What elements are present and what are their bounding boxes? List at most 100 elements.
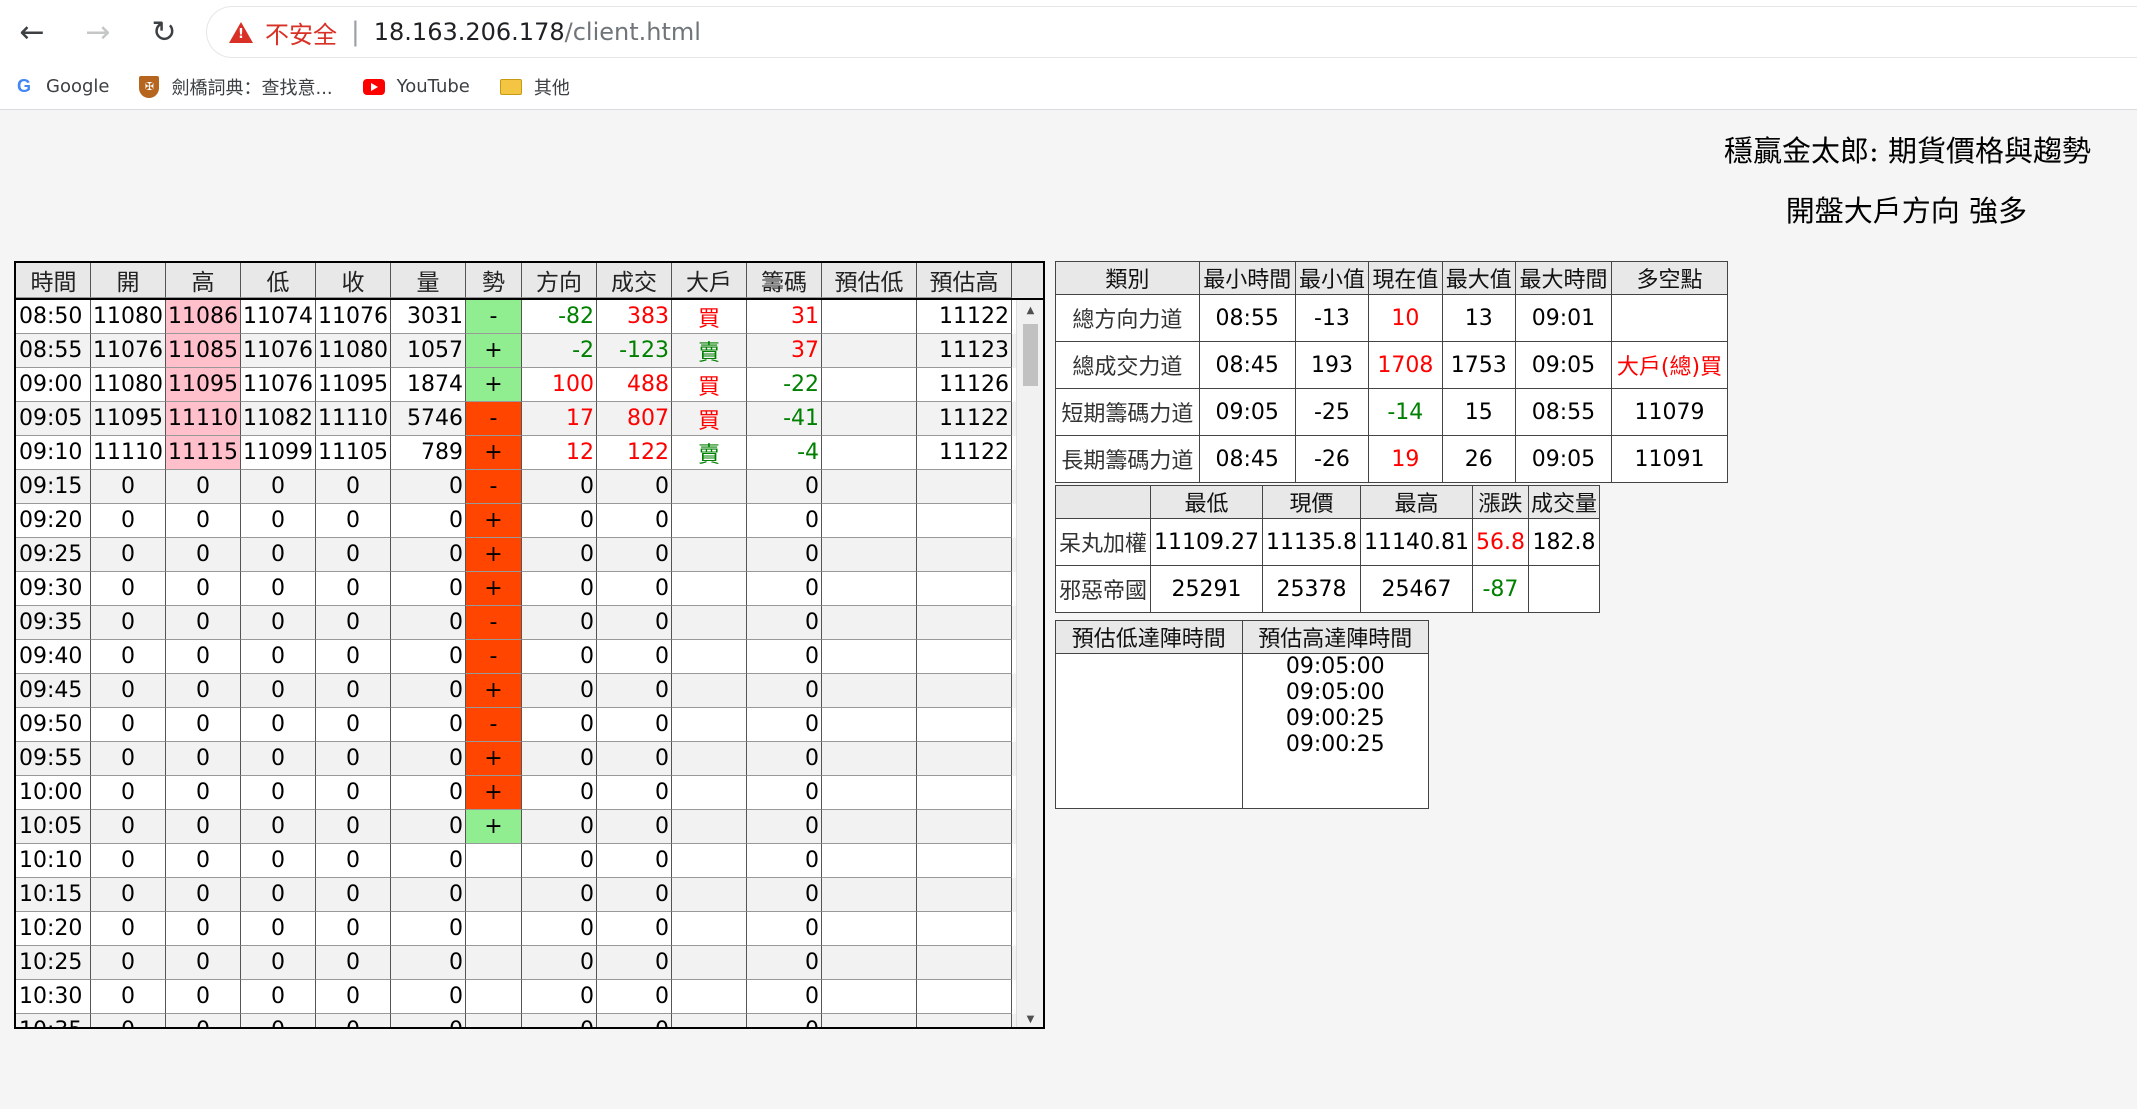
cell-open: 0 (91, 708, 166, 742)
column-header[interactable]: 時間 (16, 263, 91, 298)
cell-low: 0 (241, 708, 316, 742)
table-row[interactable]: 09:30 0 0 0 0 0 +0 0 0 (16, 572, 1016, 606)
bookmark-google[interactable]: G Google (14, 76, 110, 97)
table-row[interactable]: 10:25 0 0 0 0 0 0 0 0 (16, 946, 1016, 980)
url-host[interactable]: 18.163.206.178 (374, 18, 565, 46)
table-row[interactable]: 10:20 0 0 0 0 0 0 0 0 (16, 912, 1016, 946)
bookmark-youtube[interactable]: YouTube (362, 76, 470, 97)
cell-plow (822, 708, 917, 742)
cell-dir: 0 (522, 674, 597, 708)
cell-vol: 0 (391, 980, 466, 1014)
table-row[interactable]: 10:10 0 0 0 0 0 0 0 0 (16, 844, 1016, 878)
cell-big (672, 742, 747, 776)
table-row[interactable]: 09:35 0 0 0 0 0-0 0 0 (16, 606, 1016, 640)
table-row[interactable]: 10:30 0 0 0 0 0 0 0 0 (16, 980, 1016, 1014)
column-header[interactable]: 開 (91, 263, 166, 298)
page-subtitle: 開盤大戶方向 強多 (1785, 194, 2027, 228)
table-scrollbar[interactable]: ▲ ▼ (1016, 300, 1043, 1027)
cell-low: 0 (241, 742, 316, 776)
table-row[interactable]: 09:40 0 0 0 0 0-0 0 0 (16, 640, 1016, 674)
warning-icon[interactable]: ! (229, 21, 253, 43)
bookmark-label: YouTube (396, 76, 470, 97)
force-cell-point: 11079 (1611, 388, 1728, 436)
table-row[interactable]: 10:00 0 0 0 0 0 +0 0 0 (16, 776, 1016, 810)
table-row[interactable]: 09:10 11110 11115 11099 11105 789 +12 122 賣 -4 111… (16, 436, 1016, 470)
table-row[interactable]: 09:05 11095 11110 11082 11110 5746-17 807 買 -41 1… (16, 402, 1016, 436)
cell-open: 0 (91, 912, 166, 946)
cell-time: 09:55 (16, 742, 91, 776)
table-row[interactable]: 10:3500000000 (16, 1014, 1016, 1027)
cell-plow (822, 470, 917, 504)
cell-low: 11076 (241, 368, 316, 402)
cell-deal: 0 (597, 674, 672, 708)
cell-high: 0 (166, 946, 241, 980)
index-header: 現價 (1262, 485, 1361, 519)
cell-trend: + (466, 810, 522, 844)
column-header[interactable]: 預估低 (822, 263, 917, 298)
scrollbar-thumb[interactable] (1023, 324, 1038, 386)
address-bar[interactable]: ! 不安全 | 18.163.206.178/client.html (206, 6, 2137, 58)
cell-close: 0 (316, 980, 391, 1014)
table-row[interactable]: 09:15 0 0 0 0 0-0 0 0 (16, 470, 1016, 504)
column-header[interactable]: 高 (166, 263, 241, 298)
cell-phigh: 11122 (917, 300, 1012, 334)
cell-dir: 0 (522, 470, 597, 504)
cell-plow (822, 436, 917, 470)
security-label[interactable]: 不安全 (265, 15, 337, 50)
cell-dir: 0 (522, 1014, 597, 1027)
forward-arrow-icon[interactable]: → (78, 12, 118, 52)
column-header[interactable]: 低 (241, 263, 316, 298)
cell-chip: 0 (747, 844, 822, 878)
table-row[interactable]: 09:20 0 0 0 0 0 +0 0 0 (16, 504, 1016, 538)
cell-plow (822, 402, 917, 436)
scroll-up-icon[interactable]: ▲ (1017, 300, 1043, 320)
column-header[interactable]: 勢 (466, 263, 522, 298)
url-path[interactable]: /client.html (565, 18, 701, 46)
cell-dir: 0 (522, 912, 597, 946)
scroll-down-icon[interactable]: ▼ (1017, 1009, 1043, 1027)
index-cell-high: 11140.81 (1359, 518, 1473, 566)
table-row[interactable]: 09:00 11080 11095 11076 11095 1874 +100 488 買 -22… (16, 368, 1016, 402)
table-row[interactable]: 08:55 11076 11085 11076 11080 1057 + -2 -123 賣 37 1… (16, 334, 1016, 368)
cell-time: 09:00 (16, 368, 91, 402)
force-header: 多空點 (1611, 261, 1728, 295)
column-header[interactable]: 量 (391, 263, 466, 298)
cell-close: 0 (316, 504, 391, 538)
column-header[interactable]: 預估高 (917, 263, 1012, 298)
force-cell-min_time: 09:05 (1198, 388, 1296, 436)
cell-trend (466, 946, 522, 980)
force-cell-max: 13 (1441, 294, 1516, 342)
column-header[interactable]: 收 (316, 263, 391, 298)
table-row[interactable]: 09:45 0 0 0 0 0 +0 0 0 (16, 674, 1016, 708)
reload-icon[interactable]: ↻ (144, 12, 184, 52)
cell-chip: -22 (747, 368, 822, 402)
bookmark-label: 其他 (533, 77, 570, 99)
table-row[interactable]: 10:15 0 0 0 0 0 0 0 0 (16, 878, 1016, 912)
cell-phigh (917, 1014, 1012, 1027)
table-row[interactable]: 09:25 0 0 0 0 0 +0 0 0 (16, 538, 1016, 572)
cell-phigh (917, 674, 1012, 708)
cell-dir: 0 (522, 504, 597, 538)
cell-high: 0 (166, 504, 241, 538)
table-row[interactable]: 09:50 0 0 0 0 0-0 0 0 (16, 708, 1016, 742)
bookmark-other-folder[interactable]: 其他 (499, 74, 570, 100)
cell-deal: 807 (597, 402, 672, 436)
force-header: 類別 (1055, 261, 1200, 295)
column-header[interactable]: 成交 (597, 263, 672, 298)
cell-time: 10:35 (16, 1014, 91, 1027)
cell-close: 0 (316, 810, 391, 844)
column-header[interactable]: 方向 (522, 263, 597, 298)
table-row[interactable]: 10:05 0 0 0 0 0 +0 0 0 (16, 810, 1016, 844)
cell-vol: 0 (391, 538, 466, 572)
column-header[interactable]: 籌碼 (747, 263, 822, 298)
bookmark-cambridge[interactable]: ✠ 劍橋詞典：查找意... (139, 74, 333, 100)
back-arrow-icon[interactable]: ← (12, 12, 52, 52)
column-header[interactable]: 大戶 (672, 263, 747, 298)
cell-plow (822, 674, 917, 708)
price-table-body[interactable]: 08:50 11080 11086 11074 11076 3031- -82 383 買 31 1… (16, 300, 1016, 1027)
table-row[interactable]: 08:50 11080 11086 11074 11076 3031- -82 383 買 31 1… (16, 300, 1016, 334)
folder-icon (499, 78, 522, 95)
cell-time: 09:50 (16, 708, 91, 742)
table-row[interactable]: 09:55 0 0 0 0 0 +0 0 0 (16, 742, 1016, 776)
cell-close: 0 (316, 946, 391, 980)
